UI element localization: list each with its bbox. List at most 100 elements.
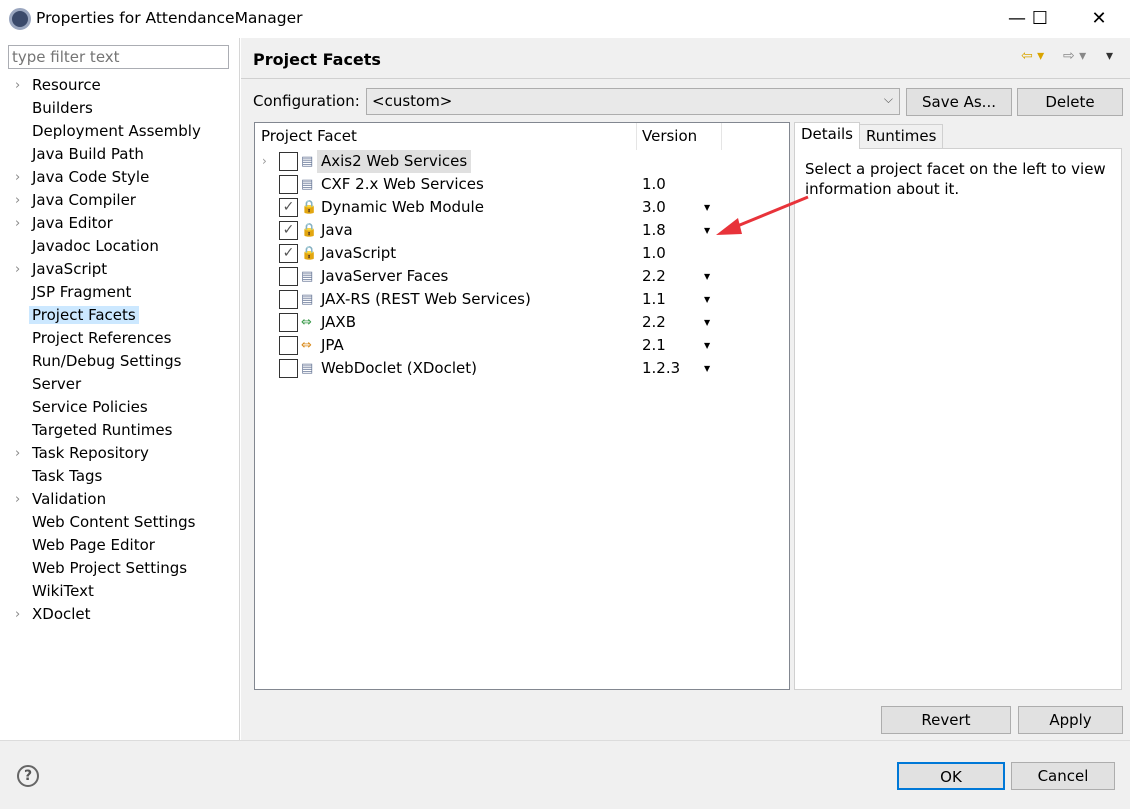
- tree-item[interactable]: › Java Code Style: [0, 166, 240, 189]
- apply-button[interactable]: Apply: [1018, 706, 1123, 734]
- version-dropdown-icon[interactable]: ▼: [704, 265, 710, 288]
- table-row[interactable]: ✓ 🔒 Java 1.8 ▼: [255, 219, 789, 242]
- table-row[interactable]: ⇔ JPA 2.1 ▼: [255, 334, 789, 357]
- tree-item[interactable]: Project Facets: [0, 304, 240, 327]
- tree-item[interactable]: Run/Debug Settings: [0, 350, 240, 373]
- facet-checkbox[interactable]: [279, 290, 298, 309]
- tree-item[interactable]: Deployment Assembly: [0, 120, 240, 143]
- tree-item[interactable]: Web Page Editor: [0, 534, 240, 557]
- chevron-right-icon[interactable]: ›: [15, 603, 20, 626]
- table-row[interactable]: ✓ 🔒 JavaScript 1.0: [255, 242, 789, 265]
- configuration-select[interactable]: <custom> ⌵: [366, 88, 900, 115]
- chevron-right-icon[interactable]: ›: [15, 189, 20, 212]
- version-dropdown-icon[interactable]: ▼: [704, 334, 710, 357]
- facet-checkbox[interactable]: ✓: [279, 221, 298, 240]
- back-icon[interactable]: ⇦ ▾: [1021, 48, 1044, 64]
- version-dropdown-icon[interactable]: ▼: [704, 288, 710, 311]
- cancel-button[interactable]: Cancel: [1011, 762, 1115, 790]
- ok-button[interactable]: OK: [897, 762, 1005, 790]
- tree-item[interactable]: Builders: [0, 97, 240, 120]
- tree-item[interactable]: › Resource: [0, 74, 240, 97]
- help-icon[interactable]: ?: [17, 765, 39, 787]
- table-row[interactable]: ▤ JAX-RS (REST Web Services) 1.1 ▼: [255, 288, 789, 311]
- facet-checkbox[interactable]: ✓: [279, 244, 298, 263]
- facet-checkbox[interactable]: [279, 152, 298, 171]
- table-row[interactable]: ✓ 🔒 Dynamic Web Module 3.0 ▼: [255, 196, 789, 219]
- tree-item[interactable]: › Java Compiler: [0, 189, 240, 212]
- save-as-button[interactable]: Save As...: [906, 88, 1012, 116]
- doc-icon: ▤: [301, 292, 314, 307]
- facet-checkbox[interactable]: [279, 313, 298, 332]
- tree-item[interactable]: Web Content Settings: [0, 511, 240, 534]
- tab-details[interactable]: Details: [794, 122, 861, 149]
- tree-item[interactable]: Javadoc Location: [0, 235, 240, 258]
- tree-item[interactable]: Java Build Path: [0, 143, 240, 166]
- filter-input[interactable]: [8, 45, 229, 69]
- table-row[interactable]: ▤ WebDoclet (XDoclet) 1.2.3 ▼: [255, 357, 789, 380]
- facet-checkbox[interactable]: [279, 336, 298, 355]
- right-panel: Project Facets ⇦ ▾ ⇨ ▾ ▾ Configuration: …: [241, 38, 1130, 740]
- chevron-right-icon[interactable]: ›: [262, 150, 267, 173]
- facet-name: JAXB: [321, 313, 356, 331]
- tree-item-label: Server: [32, 375, 82, 393]
- tree-item[interactable]: JSP Fragment: [0, 281, 240, 304]
- tree-item[interactable]: Project References: [0, 327, 240, 350]
- view-menu-icon[interactable]: ▾: [1106, 48, 1113, 64]
- header-version[interactable]: Version: [642, 127, 697, 145]
- tree-item[interactable]: Task Tags: [0, 465, 240, 488]
- facet-version[interactable]: 1.0: [642, 173, 666, 196]
- table-row[interactable]: ⇔ JAXB 2.2 ▼: [255, 311, 789, 334]
- version-dropdown-icon[interactable]: ▼: [704, 196, 710, 219]
- facet-version[interactable]: 3.0: [642, 196, 666, 219]
- facet-version[interactable]: 1.8: [642, 219, 666, 242]
- facet-version[interactable]: 2.1: [642, 334, 666, 357]
- facet-version[interactable]: 2.2: [642, 265, 666, 288]
- chevron-right-icon[interactable]: ›: [15, 166, 20, 189]
- tree-item[interactable]: › XDoclet: [0, 603, 240, 626]
- window-title: Properties for AttendanceManager: [36, 9, 303, 27]
- header-project-facet[interactable]: Project Facet: [261, 127, 357, 145]
- forward-icon[interactable]: ⇨ ▾: [1063, 48, 1086, 64]
- tree-item[interactable]: Web Project Settings: [0, 557, 240, 580]
- facet-checkbox[interactable]: [279, 359, 298, 378]
- tree-item-label: Service Policies: [32, 398, 148, 416]
- tree-item-label: Web Content Settings: [32, 513, 196, 531]
- tree-item[interactable]: › Validation: [0, 488, 240, 511]
- close-button[interactable]: ✕: [1076, 4, 1122, 34]
- tree-item[interactable]: › Java Editor: [0, 212, 240, 235]
- table-row[interactable]: ▤ CXF 2.x Web Services 1.0: [255, 173, 789, 196]
- tree-item[interactable]: Targeted Runtimes: [0, 419, 240, 442]
- table-row[interactable]: › ▤ Axis2 Web Services: [255, 150, 789, 173]
- version-dropdown-icon[interactable]: ▼: [704, 311, 710, 334]
- tree-item[interactable]: Service Policies: [0, 396, 240, 419]
- chevron-right-icon[interactable]: ›: [15, 212, 20, 235]
- tree-item-label: XDoclet: [32, 605, 91, 623]
- tree-item-label: Resource: [32, 76, 101, 94]
- facet-version[interactable]: 1.1: [642, 288, 666, 311]
- facet-checkbox[interactable]: [279, 267, 298, 286]
- facet-checkbox[interactable]: ✓: [279, 198, 298, 217]
- facet-name: JAX-RS (REST Web Services): [321, 290, 531, 308]
- facet-version[interactable]: 2.2: [642, 311, 666, 334]
- revert-button[interactable]: Revert: [881, 706, 1011, 734]
- tree-item[interactable]: › Task Repository: [0, 442, 240, 465]
- table-row[interactable]: ▤ JavaServer Faces 2.2 ▼: [255, 265, 789, 288]
- maximize-button[interactable]: ☐: [1017, 4, 1063, 34]
- doc-icon: ▤: [301, 154, 314, 169]
- facet-version[interactable]: 1.0: [642, 242, 666, 265]
- doc-icon: ▤: [301, 177, 314, 192]
- chevron-right-icon[interactable]: ›: [15, 442, 20, 465]
- facet-version[interactable]: 1.2.3: [642, 357, 680, 380]
- tree-item[interactable]: › JavaScript: [0, 258, 240, 281]
- tree-item[interactable]: WikiText: [0, 580, 240, 603]
- chevron-right-icon[interactable]: ›: [15, 488, 20, 511]
- chevron-right-icon[interactable]: ›: [15, 258, 20, 281]
- tree-item-label: Javadoc Location: [32, 237, 159, 255]
- version-dropdown-icon[interactable]: ▼: [704, 219, 710, 242]
- tree-item[interactable]: Server: [0, 373, 240, 396]
- version-dropdown-icon[interactable]: ▼: [704, 357, 710, 380]
- tab-runtimes[interactable]: Runtimes: [859, 124, 944, 148]
- chevron-right-icon[interactable]: ›: [15, 74, 20, 97]
- delete-button[interactable]: Delete: [1017, 88, 1123, 116]
- facet-checkbox[interactable]: [279, 175, 298, 194]
